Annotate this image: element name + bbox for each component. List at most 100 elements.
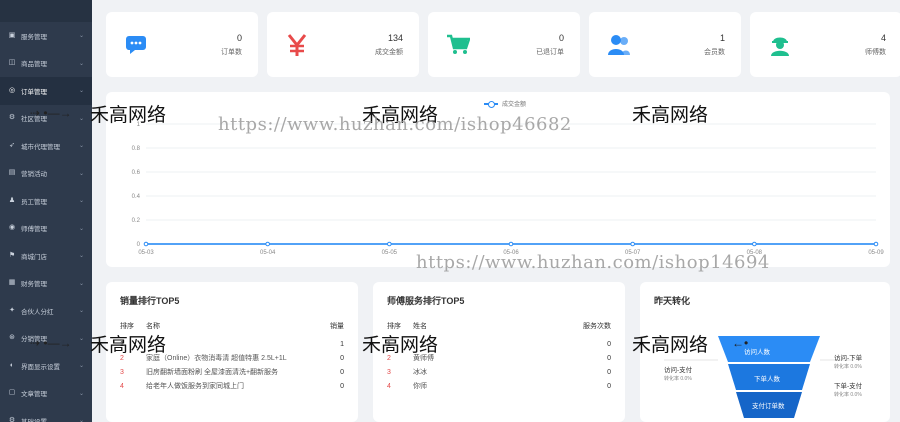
sidebar-item-label: 界面显示设置 [21, 363, 60, 371]
stat-label: 师傅数 [865, 48, 886, 56]
order-pay-text: 下单-支付 [834, 383, 863, 390]
watermark-brand: 禾高网络 [90, 104, 167, 126]
sidebar-item[interactable]: ◉ 师傅管理 ⌄ [0, 215, 92, 243]
data-point[interactable] [143, 241, 149, 247]
col-name: 名称 [146, 323, 160, 330]
sidebar-item-label: 服务管理 [21, 33, 47, 41]
stat-card-orders[interactable]: 0 订单数 [106, 12, 258, 77]
sidebar-item[interactable]: ➶ 城市代理管理 ⌄ [0, 132, 92, 160]
stat-label: 订单数 [221, 48, 242, 56]
sidebar-item[interactable]: ◐ 界面显示设置 ⌄ [0, 352, 92, 380]
stat-value: 1 [719, 32, 725, 43]
cart-icon [444, 31, 472, 59]
stat-value: 0 [236, 32, 242, 43]
master-icon: ◉ [8, 224, 16, 232]
x-tick-label: 05-09 [868, 250, 884, 256]
x-tick-label: 05-03 [138, 250, 154, 256]
x-tick-label: 05-04 [260, 250, 276, 256]
chevron-down-icon: ⌄ [78, 390, 84, 397]
watermark-arrow-icon: ⇢ •—→ [30, 106, 72, 120]
table-row: 3 旧房翻新墙面粉刷 全屋漆面清洗+翻新服务 0 [106, 365, 358, 379]
chevron-down-icon: ⌄ [78, 60, 84, 67]
panel-title: 师傅服务排行TOP5 [387, 296, 465, 306]
chevron-down-icon: ⌄ [78, 418, 84, 422]
sidebar: ▣ 服务管理 ⌄ ◫ 商品管理 ⌄ ◎ 订单管理 ⌄ ⚙ 社区管理 ⌄ ➶ 城市代理管理 ⌄ ▤ 营销活动 ⌄ ♟ 员… [0, 0, 92, 422]
sidebar-item-label: 师傅管理 [21, 226, 47, 234]
stat-card-refunds[interactable]: 0 已退订单 [428, 12, 580, 77]
display-icon: ◐ [9, 361, 15, 369]
y-tick-label: 0.6 [132, 170, 141, 176]
row-value: 0 [607, 382, 611, 390]
order-pay-rate: 转化率 0.0% [834, 392, 862, 398]
y-tick-label: 0 [137, 242, 141, 248]
data-point[interactable] [387, 241, 392, 247]
visit-order-text: 访问-下单 [834, 355, 863, 362]
chevron-down-icon: ⌄ [78, 170, 84, 177]
watermark-brand: 禾高网络 [362, 334, 439, 356]
stat-card-masters[interactable]: 4 师傅数 [750, 12, 900, 77]
stat-value: 4 [880, 32, 886, 43]
sidebar-item[interactable]: ▦ 财务管理 ⌄ [0, 270, 92, 298]
sidebar-item-label: 财务管理 [21, 281, 47, 289]
sidebar-item[interactable]: ⚑ 商城门店 ⌄ [0, 242, 92, 270]
worker-icon [766, 31, 794, 59]
article-icon: ▢ [8, 389, 16, 397]
sidebar-item[interactable]: ⚙ 基础设置 ⌄ [0, 407, 92, 422]
marketing-icon: ▤ [8, 169, 16, 177]
main-content: 0 订单数 134 成交金额 0 已退订单 1 会员数 4 师傅数 成交金额 0… [92, 0, 900, 422]
table-row: 4 给老年人做饭服务到家同城上门 0 [106, 379, 358, 393]
data-point[interactable] [752, 241, 757, 247]
data-point[interactable] [873, 241, 879, 247]
partner-icon: ✦ [9, 306, 15, 314]
watermark-brand: 禾高网络 [632, 334, 709, 356]
stat-card-members[interactable]: 1 会员数 [589, 12, 741, 77]
chevron-down-icon: ⌄ [78, 335, 84, 342]
sidebar-item-label: 城市代理管理 [21, 143, 60, 151]
sidebar-item[interactable]: ◫ 商品管理 ⌄ [0, 50, 92, 78]
stat-label: 已退订单 [536, 48, 564, 56]
y-tick-label: 0.8 [132, 146, 141, 152]
agent-icon: ➶ [9, 141, 15, 149]
x-tick-label: 05-05 [382, 250, 398, 256]
sidebar-item[interactable]: ✦ 合伙人分红 ⌄ [0, 297, 92, 325]
sidebar-item-label: 合伙人分红 [21, 308, 54, 316]
finance-icon: ▦ [8, 279, 16, 287]
stat-card-amount[interactable]: 134 成交金额 [267, 12, 419, 77]
visit-pay-rate: 转化率 0.0% [664, 376, 692, 382]
chat-icon [122, 31, 150, 59]
goods-icon: ◫ [8, 59, 16, 67]
sidebar-item-label: 文章管理 [21, 391, 47, 399]
sidebar-item-label: 员工管理 [21, 198, 47, 206]
stat-value: 0 [558, 32, 564, 43]
sidebar-item[interactable]: ▤ 营销活动 ⌄ [0, 160, 92, 188]
stat-label: 会员数 [704, 48, 725, 56]
sidebar-item-label: 商城门店 [21, 253, 47, 261]
server-icon: ▣ [8, 31, 16, 39]
settings-icon: ⚙ [8, 416, 16, 422]
chevron-down-icon: ⌄ [78, 198, 84, 205]
chevron-down-icon: ⌄ [78, 225, 84, 232]
distribution-icon: ⊛ [9, 334, 15, 342]
data-point[interactable] [265, 241, 270, 247]
visit-order-rate: 转化率 0.0% [834, 364, 862, 370]
chevron-down-icon: ⌄ [78, 33, 84, 40]
panel-title: 销量排行TOP5 [120, 296, 180, 306]
visit-pay-text: 访问-支付 [664, 367, 693, 374]
users-icon [605, 31, 633, 59]
sidebar-item[interactable]: ♟ 员工管理 ⌄ [0, 187, 92, 215]
data-point[interactable] [508, 241, 514, 247]
sidebar-item[interactable]: ▢ 文章管理 ⌄ [0, 380, 92, 408]
row-name: 给老年人做饭服务到家同城上门 [146, 383, 244, 390]
stat-value: 134 [387, 32, 403, 43]
visit-pay-label: 访问-支付 转化率 0.0% [664, 364, 692, 382]
sidebar-logo[interactable] [0, 0, 92, 22]
sidebar-item[interactable]: ▣ 服务管理 ⌄ [0, 22, 92, 50]
sidebar-item-label: 基础设置 [21, 416, 47, 422]
chevron-down-icon: ⌄ [78, 280, 84, 287]
row-value: 0 [607, 354, 611, 362]
data-point[interactable] [630, 241, 635, 247]
sidebar-item[interactable]: ◎ 订单管理 ⌄ [0, 77, 92, 105]
row-value: 0 [340, 354, 344, 362]
chevron-down-icon: ⌄ [78, 143, 84, 150]
chevron-down-icon: ⌄ [78, 308, 84, 315]
